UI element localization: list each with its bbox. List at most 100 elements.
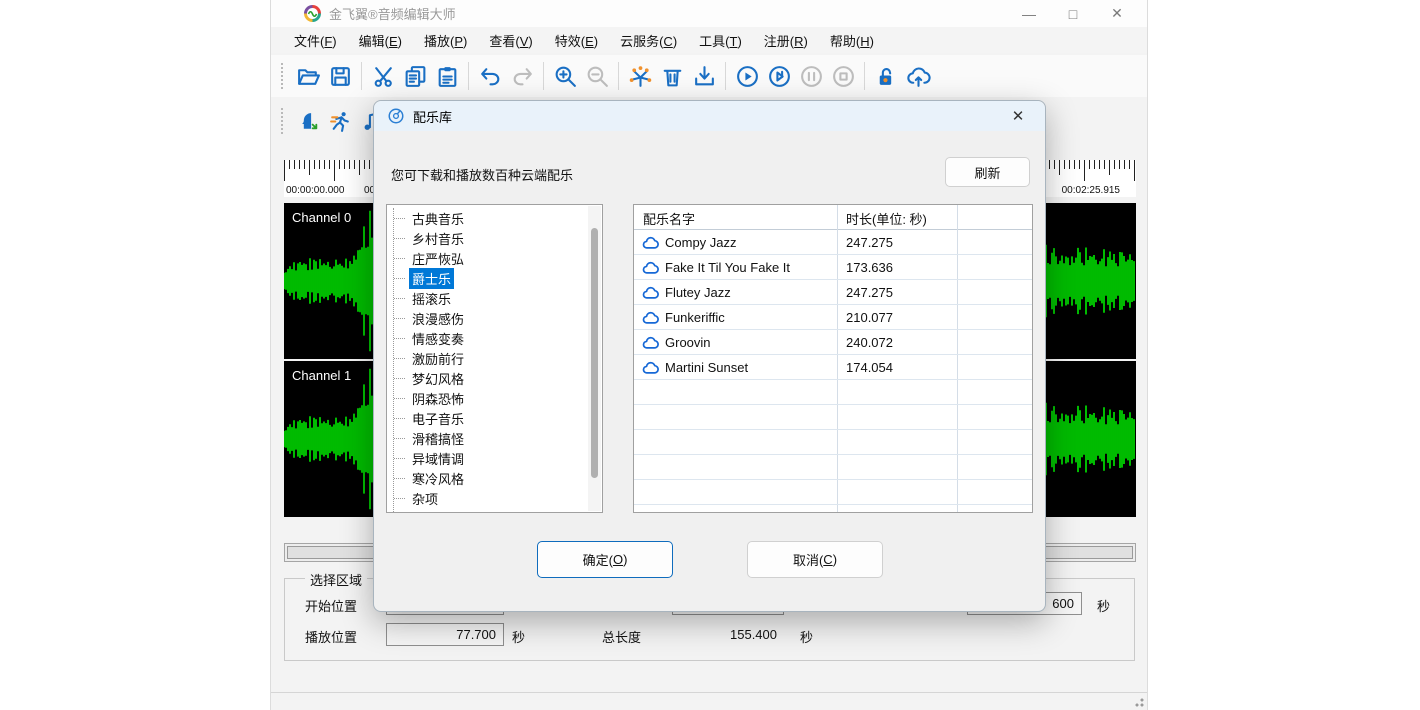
zoom-out-icon (581, 60, 613, 92)
ruler-start-time: 00:00:00.000 (286, 185, 344, 196)
music-library-dialog: 配乐库 ✕ 您可下载和播放数百种云端配乐 刷新 古典音乐 乡村音乐 庄严恢弘 爵 (373, 100, 1046, 612)
menu-item[interactable]: 播放(P) (413, 28, 478, 53)
copy-icon[interactable] (399, 60, 431, 92)
selection-group-title: 选择区域 (305, 570, 367, 589)
table-row[interactable]: Flutey Jazz 247.275 (634, 280, 1032, 305)
cloud-icon (642, 336, 660, 350)
save-file-icon[interactable] (324, 60, 356, 92)
total-length-label: 总长度 (602, 627, 641, 646)
channel-0-label: Channel 0 (292, 210, 351, 225)
table-row[interactable]: Groovin 240.072 (634, 330, 1032, 355)
table-header: 配乐名字 时长(单位: 秒) (634, 205, 1032, 230)
menu-item[interactable]: 注册(R) (753, 28, 819, 53)
cloud-icon (642, 286, 660, 300)
text-to-speech-icon[interactable] (292, 105, 324, 137)
cut-icon[interactable] (367, 60, 399, 92)
title-bar: 金飞翼®音频编辑大师 — □ ✕ (271, 0, 1147, 27)
cloud-icon (642, 261, 660, 275)
window-title: 金飞翼®音频编辑大师 (329, 4, 456, 23)
disc-icon (387, 107, 405, 125)
delete-icon[interactable] (656, 60, 688, 92)
resize-grip[interactable] (1135, 698, 1144, 707)
category-item[interactable]: 浪漫感伤 (394, 308, 586, 328)
menu-bar: 文件(F)编辑(E)播放(P)查看(V)特效(E)云服务(C)工具(T)注册(R… (271, 27, 1147, 53)
category-item[interactable]: 梦幻风格 (394, 368, 586, 388)
paste-icon[interactable] (431, 60, 463, 92)
track-duration: 174.054 (837, 360, 957, 375)
cloud-icon (642, 361, 660, 375)
table-row[interactable]: Funkeriffic 210.077 (634, 305, 1032, 330)
quick-run-icon[interactable] (324, 105, 356, 137)
open-file-icon[interactable] (292, 60, 324, 92)
category-item[interactable]: 古典音乐 (394, 208, 586, 228)
category-item[interactable]: 阴森恐怖 (394, 388, 586, 408)
cancel-button[interactable]: 取消(C) (747, 541, 883, 578)
channel-1-label: Channel 1 (292, 368, 351, 383)
menu-item[interactable]: 云服务(C) (609, 28, 688, 53)
table-row[interactable]: Fake It Til You Fake It 173.636 (634, 255, 1032, 280)
category-item[interactable]: 庄严恢弘 (394, 248, 586, 268)
music-table: 配乐名字 时长(单位: 秒) Compy Jazz 247.275 (633, 204, 1033, 513)
track-name: Compy Jazz (665, 235, 737, 250)
menu-item[interactable]: 特效(E) (544, 28, 609, 53)
cloud-icon (642, 311, 660, 325)
column-duration-header[interactable]: 时长(单位: 秒) (846, 209, 927, 228)
track-duration: 247.275 (837, 285, 957, 300)
ok-button[interactable]: 确定(O) (537, 541, 673, 578)
menu-item[interactable]: 文件(F) (283, 28, 348, 53)
table-row[interactable]: Martini Sunset 174.054 (634, 355, 1032, 380)
track-name: Martini Sunset (665, 360, 748, 375)
redo-icon[interactable] (506, 60, 538, 92)
category-item[interactable]: 滑稽搞怪 (394, 428, 586, 448)
track-name: Flutey Jazz (665, 285, 731, 300)
track-name: Fake It Til You Fake It (665, 260, 790, 275)
refresh-button[interactable]: 刷新 (945, 157, 1030, 187)
play-icon[interactable] (731, 60, 763, 92)
play-position-input[interactable] (386, 623, 504, 646)
category-tree: 古典音乐 乡村音乐 庄严恢弘 爵士乐 摇滚乐 浪漫 (386, 204, 603, 513)
category-item[interactable]: 电子音乐 (394, 408, 586, 428)
toolbar-grip (281, 63, 286, 89)
app-logo-icon (304, 5, 321, 22)
status-bar (271, 693, 1147, 710)
category-item[interactable]: 激励前行 (394, 348, 586, 368)
category-item[interactable]: 摇滚乐 (394, 288, 586, 308)
dialog-description: 您可下载和播放数百种云端配乐 (391, 165, 573, 184)
tree-scrollbar[interactable] (588, 206, 601, 511)
category-item[interactable]: 异域情调 (394, 448, 586, 468)
table-row[interactable]: Compy Jazz 247.275 (634, 230, 1032, 255)
dialog-close-icon[interactable]: ✕ (1003, 101, 1033, 131)
category-item[interactable]: 乡村音乐 (394, 228, 586, 248)
import-icon[interactable] (688, 60, 720, 92)
zoom-in-icon[interactable] (549, 60, 581, 92)
menu-item[interactable]: 编辑(E) (348, 28, 413, 53)
stop-icon (827, 60, 859, 92)
ruler-end-time: 00:02:25.915 (1062, 185, 1120, 196)
track-name: Funkeriffic (665, 310, 725, 325)
minimize-button[interactable]: — (1007, 0, 1051, 27)
dialog-title: 配乐库 (413, 107, 452, 126)
play-position-label: 播放位置 (305, 627, 357, 646)
pause-icon (795, 60, 827, 92)
menu-item[interactable]: 工具(T) (688, 28, 753, 53)
category-item[interactable]: 爵士乐 (394, 268, 586, 288)
undo-icon[interactable] (474, 60, 506, 92)
menu-item[interactable]: 帮助(H) (819, 28, 885, 53)
maximize-button[interactable]: □ (1051, 0, 1095, 27)
tree-scrollbar-thumb[interactable] (591, 228, 598, 478)
close-button[interactable]: ✕ (1095, 0, 1139, 27)
dialog-title-bar: 配乐库 ✕ (374, 101, 1045, 131)
lock-icon[interactable] (870, 60, 902, 92)
play-from-cursor-icon[interactable] (763, 60, 795, 92)
category-item[interactable]: 情感变奏 (394, 328, 586, 348)
effects-icon[interactable] (624, 60, 656, 92)
category-item[interactable]: 寒冷风格 (394, 468, 586, 488)
category-item[interactable]: 少儿音乐 (394, 508, 586, 513)
track-duration: 210.077 (837, 310, 957, 325)
column-name-header[interactable]: 配乐名字 (643, 209, 695, 228)
cloud-upload-icon[interactable] (902, 60, 934, 92)
menu-item[interactable]: 查看(V) (478, 28, 543, 53)
category-item[interactable]: 杂项 (394, 488, 586, 508)
main-toolbar (271, 55, 1147, 97)
toolbar-grip (281, 108, 286, 134)
